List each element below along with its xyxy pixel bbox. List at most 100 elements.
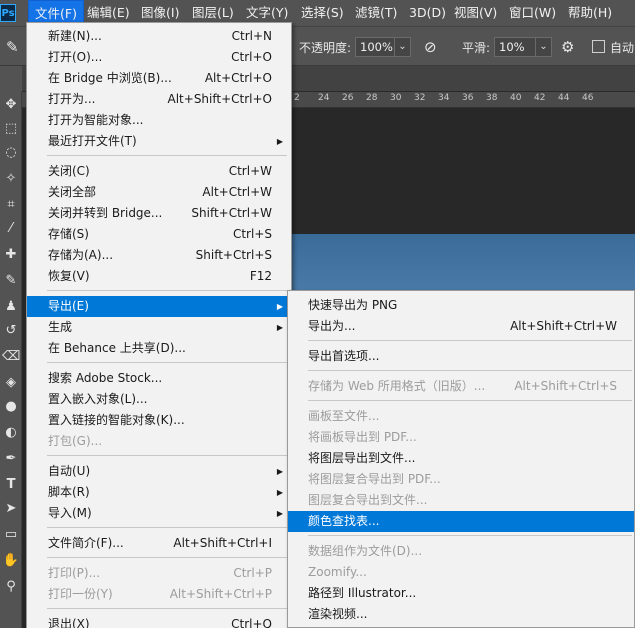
menu-item-import[interactable]: 导入(M) ▶ [27,503,291,524]
submenu-item-artboards-to-files: 画板至文件... [288,406,634,427]
menu-select[interactable]: 选择(S) [295,0,350,26]
ruler-tick: 44 [558,93,570,103]
move-tool-icon[interactable]: ✥ [2,96,20,114]
menu-item-share-on-behance[interactable]: 在 Behance 上共享(D)... [27,338,291,359]
ruler-tick: 38 [486,93,498,103]
menu-item-label: 将画板导出到 PDF... [308,430,417,444]
ruler-tick: 34 [438,93,450,103]
stamp-tool-icon[interactable]: ♟ [2,298,20,316]
menu-item-shortcut: Ctrl+W [228,164,272,178]
eyedropper-tool-icon[interactable]: ⁄ [2,220,20,238]
menu-item-generate[interactable]: 生成 ▶ [27,317,291,338]
opacity-input[interactable]: 100% [355,37,395,57]
submenu-item-color-lookup-tables[interactable]: 颜色查找表... [288,511,634,532]
ruler-tick: 2 [294,93,300,103]
menu-3d[interactable]: 3D(D) [403,0,452,26]
lasso-tool-icon[interactable]: ◌ [2,144,20,162]
menu-item-label: 导出为... [308,319,356,333]
type-tool-icon[interactable]: T [2,476,20,494]
menu-item-save-as[interactable]: 存储为(A)... Shift+Ctrl+S [27,245,291,266]
pressure-opacity-icon[interactable]: ⊘ [424,37,437,57]
smooth-input[interactable]: 10% [494,37,536,57]
menu-item-search-adobe-stock[interactable]: 搜索 Adobe Stock... [27,368,291,389]
submenu-item-paths-to-illustrator[interactable]: 路径到 Illustrator... [288,583,634,604]
menu-item-revert[interactable]: 恢复(V) F12 [27,266,291,287]
magic-wand-tool-icon[interactable]: ✧ [2,170,20,188]
dodge-tool-icon[interactable]: ◐ [2,424,20,442]
marquee-tool-icon[interactable]: ⬚ [2,120,20,138]
submenu-item-render-video[interactable]: 渲染视频... [288,604,634,625]
submenu-item-quick-export-png[interactable]: 快速导出为 PNG [288,295,634,316]
zoom-tool-icon[interactable]: ⚲ [2,578,20,596]
menu-item-automate[interactable]: 自动(U) ▶ [27,461,291,482]
menu-item-file-info[interactable]: 文件简介(F)... Alt+Shift+Ctrl+I [27,533,291,554]
gear-icon[interactable]: ⚙ [561,37,574,57]
hand-tool-icon[interactable]: ✋ [2,552,20,570]
menu-item-browse-in-bridge[interactable]: 在 Bridge 中浏览(B)... Alt+Ctrl+O [27,68,291,89]
eraser-tool-icon[interactable]: ⌫ [2,348,20,366]
menu-item-save[interactable]: 存储(S) Ctrl+S [27,224,291,245]
submenu-arrow-icon: ▶ [276,467,283,476]
menu-item-export[interactable]: 导出(E) ▶ [27,296,291,317]
rectangle-tool-icon[interactable]: ▭ [2,526,20,544]
pen-tool-icon[interactable]: ✒ [2,450,20,468]
brush-preset-icon[interactable]: ✎ [6,37,19,57]
menu-item-close-all[interactable]: 关闭全部 Alt+Ctrl+W [27,182,291,203]
crop-tool-icon[interactable]: ⌗ [2,196,20,214]
menu-separator [47,455,287,456]
menu-item-new[interactable]: 新建(N)... Ctrl+N [27,26,291,47]
menu-item-shortcut: Alt+Shift+Ctrl+W [510,319,617,333]
tools-panel: ✥ ⬚ ◌ ✧ ⌗ ⁄ ✚ ✎ ♟ ↺ ⌫ ◈ ● ◐ ✒ T ➤ ▭ ✋ ⚲ [0,92,22,628]
menu-item-place-embedded[interactable]: 置入嵌入对象(L)... [27,389,291,410]
file-menu-dropdown: 新建(N)... Ctrl+N 打开(O)... Ctrl+O 在 Bridge 中… [26,22,292,628]
menu-item-package: 打包(G)... [27,431,291,452]
menu-filter[interactable]: 滤镜(T) [349,0,403,26]
menu-item-open-as-smart-object[interactable]: 打开为智能对象... [27,110,291,131]
menu-item-label: 导出(E) [48,299,89,313]
menu-view[interactable]: 视图(V) [448,0,503,26]
paint-bucket-tool-icon[interactable]: ◈ [2,374,20,392]
submenu-item-save-for-web: 存储为 Web 所用格式（旧版）... Alt+Shift+Ctrl+S [288,376,634,397]
menu-item-recent-files[interactable]: 最近打开文件(T) ▶ [27,131,291,152]
blur-tool-icon[interactable]: ● [2,398,20,416]
path-selection-tool-icon[interactable]: ➤ [2,500,20,518]
history-brush-tool-icon[interactable]: ↺ [2,322,20,340]
menu-item-shortcut: Ctrl+P [233,566,272,580]
menu-item-shortcut: Alt+Ctrl+W [202,185,272,199]
smooth-dropdown-button[interactable]: ⌄ [535,37,552,57]
menu-separator [47,290,287,291]
submenu-item-export-as[interactable]: 导出为... Alt+Shift+Ctrl+W [288,316,634,337]
menu-item-label: 打开(O)... [48,50,103,64]
menu-item-scripts[interactable]: 脚本(R) ▶ [27,482,291,503]
opacity-label: 不透明度: [299,41,352,55]
menu-help[interactable]: 帮助(H) [562,0,618,26]
menu-item-close-and-go-to-bridge[interactable]: 关闭并转到 Bridge... Shift+Ctrl+W [27,203,291,224]
menu-item-label: 在 Behance 上共享(D)... [48,341,186,355]
ruler-tick: 24 [318,93,330,103]
menu-window[interactable]: 窗口(W) [503,0,562,26]
healing-brush-tool-icon[interactable]: ✚ [2,246,20,264]
menu-item-label: 画板至文件... [308,409,380,423]
brush-tool-icon[interactable]: ✎ [2,272,20,290]
auto-label: 自动 [610,41,635,55]
menu-item-open[interactable]: 打开(O)... Ctrl+O [27,47,291,68]
menu-item-label: 导入(M) [48,506,92,520]
menu-item-label: 脚本(R) [48,485,90,499]
menu-item-print: 打印(P)... Ctrl+P [27,563,291,584]
opacity-dropdown-button[interactable]: ⌄ [394,37,411,57]
menu-item-open-as[interactable]: 打开为... Alt+Shift+Ctrl+O [27,89,291,110]
menu-item-close[interactable]: 关闭(C) Ctrl+W [27,161,291,182]
menu-item-shortcut: Shift+Ctrl+S [195,248,272,262]
auto-checkbox[interactable] [592,40,605,53]
submenu-item-export-preferences[interactable]: 导出首选项... [288,346,634,367]
submenu-item-layers-to-files[interactable]: 将图层导出到文件... [288,448,634,469]
menu-item-shortcut: Ctrl+O [231,50,272,64]
menu-item-label: 将图层导出到文件... [308,451,416,465]
menu-item-place-linked[interactable]: 置入链接的智能对象(K)... [27,410,291,431]
ruler-tick: 26 [342,93,354,103]
menu-item-label: 文件简介(F)... [48,536,124,550]
menu-item-label: 存储为(A)... [48,248,114,262]
menu-item-label: 新建(N)... [48,29,102,43]
menu-item-exit[interactable]: 退出(X) Ctrl+Q [27,614,291,628]
menu-item-label: 最近打开文件(T) [48,134,137,148]
